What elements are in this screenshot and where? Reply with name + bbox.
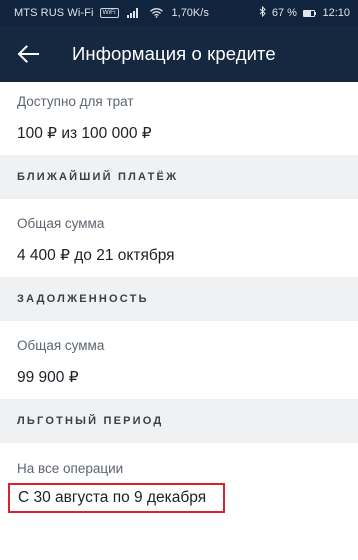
debt-label: Общая сумма: [17, 338, 105, 353]
arrow-left-icon: [17, 45, 39, 63]
section-debt: ЗАДОЛЖЕННОСТЬ: [0, 277, 358, 321]
status-left: MTS RUS Wi-Fi WiFi 1,70K/s: [14, 7, 209, 19]
page-title: Информация о кредите: [72, 43, 276, 64]
battery-percent: 67 %: [271, 7, 297, 19]
debt-block: Общая сумма 99 900 ₽: [0, 321, 358, 399]
network-speed: 1,70K/s: [171, 7, 209, 19]
status-bar: MTS RUS Wi-Fi WiFi 1,70K/s 67 % 12:10: [0, 0, 358, 26]
signal-icon: [126, 8, 138, 18]
available-block: Доступно для трат 100 ₽ из 100 000 ₽: [0, 82, 358, 155]
grace-period-label: На все операции: [17, 461, 124, 476]
carrier-name: MTS RUS Wi-Fi: [14, 7, 94, 19]
app-bar: Информация о кредите: [0, 26, 358, 82]
available-label: Доступно для трат: [17, 94, 134, 109]
back-button[interactable]: [0, 26, 56, 82]
status-right: 67 % 12:10: [259, 5, 350, 20]
battery-icon: [302, 9, 317, 17]
wifi-calling-badge: WiFi: [99, 8, 119, 18]
bluetooth-icon: [259, 5, 266, 20]
highlight-box: С 30 августа по 9 декабря: [8, 483, 225, 513]
wifi-icon: [149, 8, 163, 18]
section-grace-period: ЛЬГОТНЫЙ ПЕРИОД: [0, 399, 358, 443]
clock: 12:10: [322, 7, 350, 19]
available-value: 100 ₽ из 100 000 ₽: [17, 125, 152, 142]
next-payment-label: Общая сумма: [17, 216, 105, 231]
next-payment-value: 4 400 ₽ до 21 октября: [17, 247, 175, 264]
grace-period-value: С 30 августа по 9 декабря: [18, 489, 207, 506]
grace-period-block: На все операции С 30 августа по 9 декабр…: [0, 443, 358, 533]
debt-value: 99 900 ₽: [17, 369, 79, 386]
section-next-payment: БЛИЖАЙШИЙ ПЛАТЁЖ: [0, 155, 358, 199]
next-payment-block: Общая сумма 4 400 ₽ до 21 октября: [0, 199, 358, 277]
credit-info-content: Доступно для трат 100 ₽ из 100 000 ₽ БЛИ…: [0, 82, 358, 533]
